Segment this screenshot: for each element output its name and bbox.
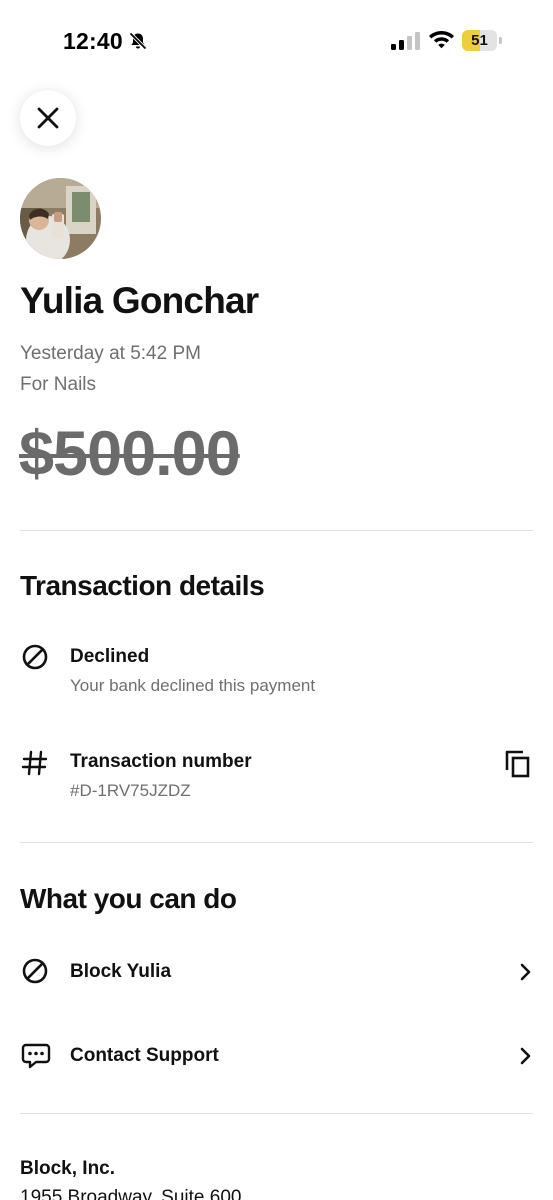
cellular-signal-icon bbox=[391, 32, 420, 50]
divider bbox=[20, 1113, 533, 1114]
status-declined-subtitle: Your bank declined this payment bbox=[70, 676, 316, 695]
company-name: Block, Inc. bbox=[20, 1158, 116, 1179]
hash-icon bbox=[21, 750, 48, 776]
chevron-right-icon bbox=[520, 963, 531, 981]
contact-support-row[interactable]: Contact Support bbox=[0, 1026, 553, 1086]
contact-support-label: Contact Support bbox=[70, 1045, 219, 1066]
divider bbox=[20, 530, 533, 531]
close-button[interactable] bbox=[20, 90, 76, 146]
chevron-right-icon bbox=[520, 1047, 531, 1065]
block-user-label: Block Yulia bbox=[70, 961, 172, 982]
prohibited-icon bbox=[22, 644, 48, 670]
battery-icon: 51 bbox=[462, 30, 502, 51]
close-icon bbox=[37, 107, 59, 129]
block-user-row[interactable]: Block Yulia bbox=[0, 942, 553, 1002]
bell-slash-icon bbox=[129, 32, 147, 50]
wifi-icon bbox=[429, 31, 454, 49]
status-bar: 12:40 51 bbox=[0, 0, 553, 82]
transaction-number-value: #D-1RV75JZDZ bbox=[70, 781, 191, 800]
battery-level: 51 bbox=[471, 32, 488, 49]
status-time: 12:40 bbox=[63, 28, 123, 54]
payment-amount: $500.00 bbox=[19, 419, 241, 489]
chat-bubble-icon bbox=[21, 1043, 51, 1069]
avatar[interactable] bbox=[20, 178, 101, 259]
transaction-details-title: Transaction details bbox=[20, 570, 265, 601]
divider bbox=[20, 842, 533, 843]
actions-title: What you can do bbox=[20, 883, 237, 914]
company-address: 1955 Broadway, Suite 600 bbox=[20, 1187, 242, 1200]
block-icon bbox=[22, 958, 48, 984]
payment-note: For Nails bbox=[20, 374, 97, 395]
transaction-number-label: Transaction number bbox=[70, 751, 252, 772]
copy-icon[interactable] bbox=[503, 748, 533, 780]
status-declined-label: Declined bbox=[70, 646, 150, 667]
avatar-photo bbox=[20, 178, 101, 259]
transaction-date: Yesterday at 5:42 PM bbox=[20, 343, 201, 364]
recipient-name: Yulia Gonchar bbox=[20, 280, 259, 321]
